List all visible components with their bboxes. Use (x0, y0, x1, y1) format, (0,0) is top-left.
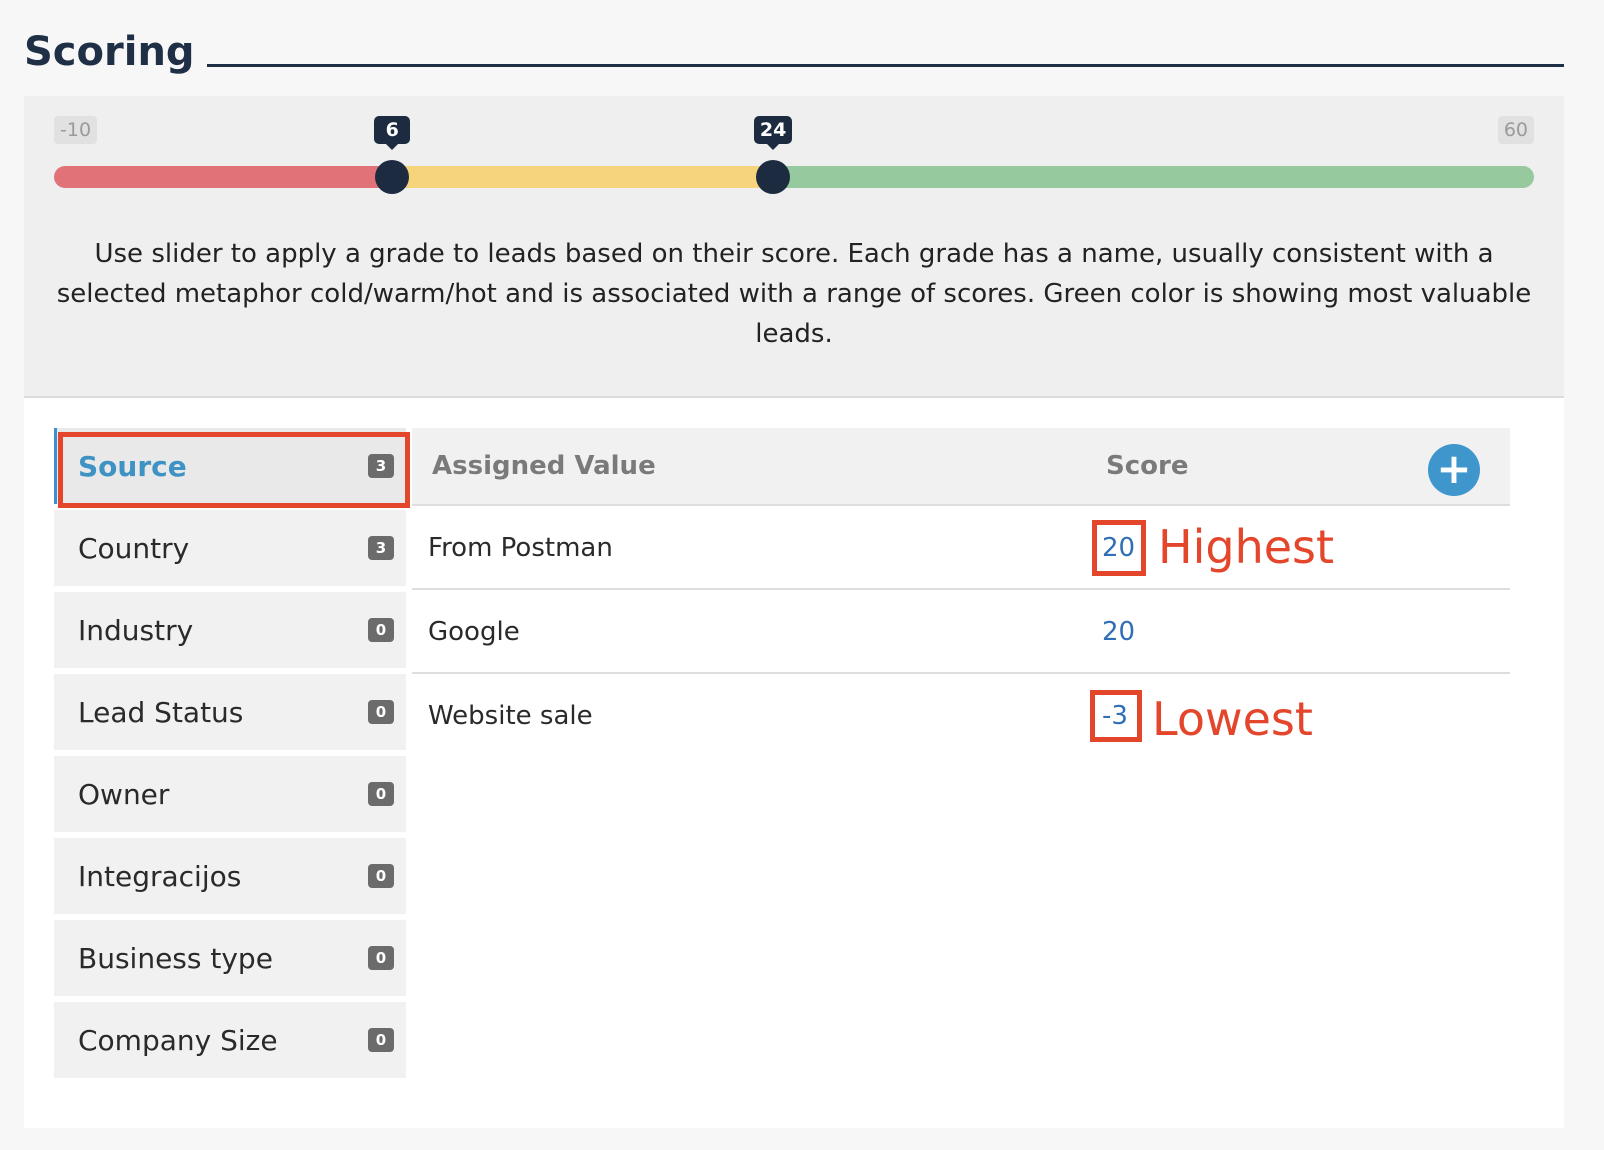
table-row: From Postman 20 Highest (412, 506, 1510, 590)
category-label: Business type (78, 941, 273, 975)
category-item-integracijos[interactable]: Integracijos 0 (54, 838, 406, 914)
table-row: Website sale -3 Lowest (412, 674, 1510, 756)
count-badge: 3 (368, 454, 394, 478)
category-label: Lead Status (78, 695, 244, 729)
cold-range (54, 166, 393, 188)
count-badge: 0 (368, 946, 394, 970)
assigned-value: Google (428, 617, 520, 647)
assigned-values-table: Assigned Value Score + From Postman 20 H… (412, 428, 1510, 756)
column-header-assigned-value: Assigned Value (432, 451, 656, 481)
lowest-annotation: Lowest (1152, 692, 1313, 746)
low-threshold-tooltip: 6 (374, 116, 411, 150)
category-item-industry[interactable]: Industry 0 (54, 592, 406, 668)
category-item-country[interactable]: Country 3 (54, 510, 406, 586)
score-value[interactable]: -3 (1102, 674, 1128, 758)
count-badge: 0 (368, 618, 394, 642)
plus-icon: + (1436, 444, 1472, 493)
scoring-content: Source 3 Country 3 Industry 0 Lead Statu… (24, 398, 1564, 1128)
title-divider (184, 64, 1564, 67)
category-item-owner[interactable]: Owner 0 (54, 756, 406, 832)
warm-range (392, 166, 773, 188)
count-badge: 0 (368, 700, 394, 724)
category-label: Owner (78, 777, 170, 811)
count-badge: 0 (368, 864, 394, 888)
category-item-company-size[interactable]: Company Size 0 (54, 1002, 406, 1078)
category-item-lead-status[interactable]: Lead Status 0 (54, 674, 406, 750)
assigned-value: Website sale (428, 701, 593, 731)
count-badge: 3 (368, 536, 394, 560)
count-badge: 0 (368, 782, 394, 806)
slider-max-label: 60 (1497, 116, 1534, 144)
low-threshold-handle[interactable] (375, 160, 410, 194)
section-header: Scoring (24, 24, 1564, 80)
category-list: Source 3 Country 3 Industry 0 Lead Statu… (54, 428, 410, 1084)
slider-track[interactable] (54, 166, 1534, 188)
score-value[interactable]: 20 (1102, 590, 1135, 674)
category-label: Country (78, 531, 190, 565)
high-threshold-tooltip: 24 (753, 116, 793, 150)
highest-annotation: Highest (1158, 520, 1335, 574)
add-value-button[interactable]: + (1428, 444, 1480, 496)
slider-description: Use slider to apply a grade to leads bas… (56, 239, 1532, 349)
slider-min-label: -10 (54, 116, 98, 144)
column-header-score: Score (1106, 451, 1189, 481)
category-label: Industry (78, 613, 194, 647)
count-badge: 0 (368, 1028, 394, 1052)
category-item-business-type[interactable]: Business type 0 (54, 920, 406, 996)
category-item-source[interactable]: Source 3 (54, 428, 406, 504)
high-threshold-handle[interactable] (755, 160, 790, 194)
score-value[interactable]: 20 (1102, 506, 1135, 590)
page-title: Scoring (24, 24, 207, 80)
grade-slider-panel: -10 60 6 24 Use slider to apply a grade … (24, 96, 1564, 398)
category-label: Company Size (78, 1023, 278, 1057)
table-header: Assigned Value Score + (412, 428, 1510, 506)
category-label: Source (78, 449, 187, 483)
assigned-value: From Postman (428, 533, 613, 563)
table-row: Google 20 (412, 590, 1510, 674)
category-label: Integracijos (78, 859, 242, 893)
hot-range (772, 166, 1534, 188)
